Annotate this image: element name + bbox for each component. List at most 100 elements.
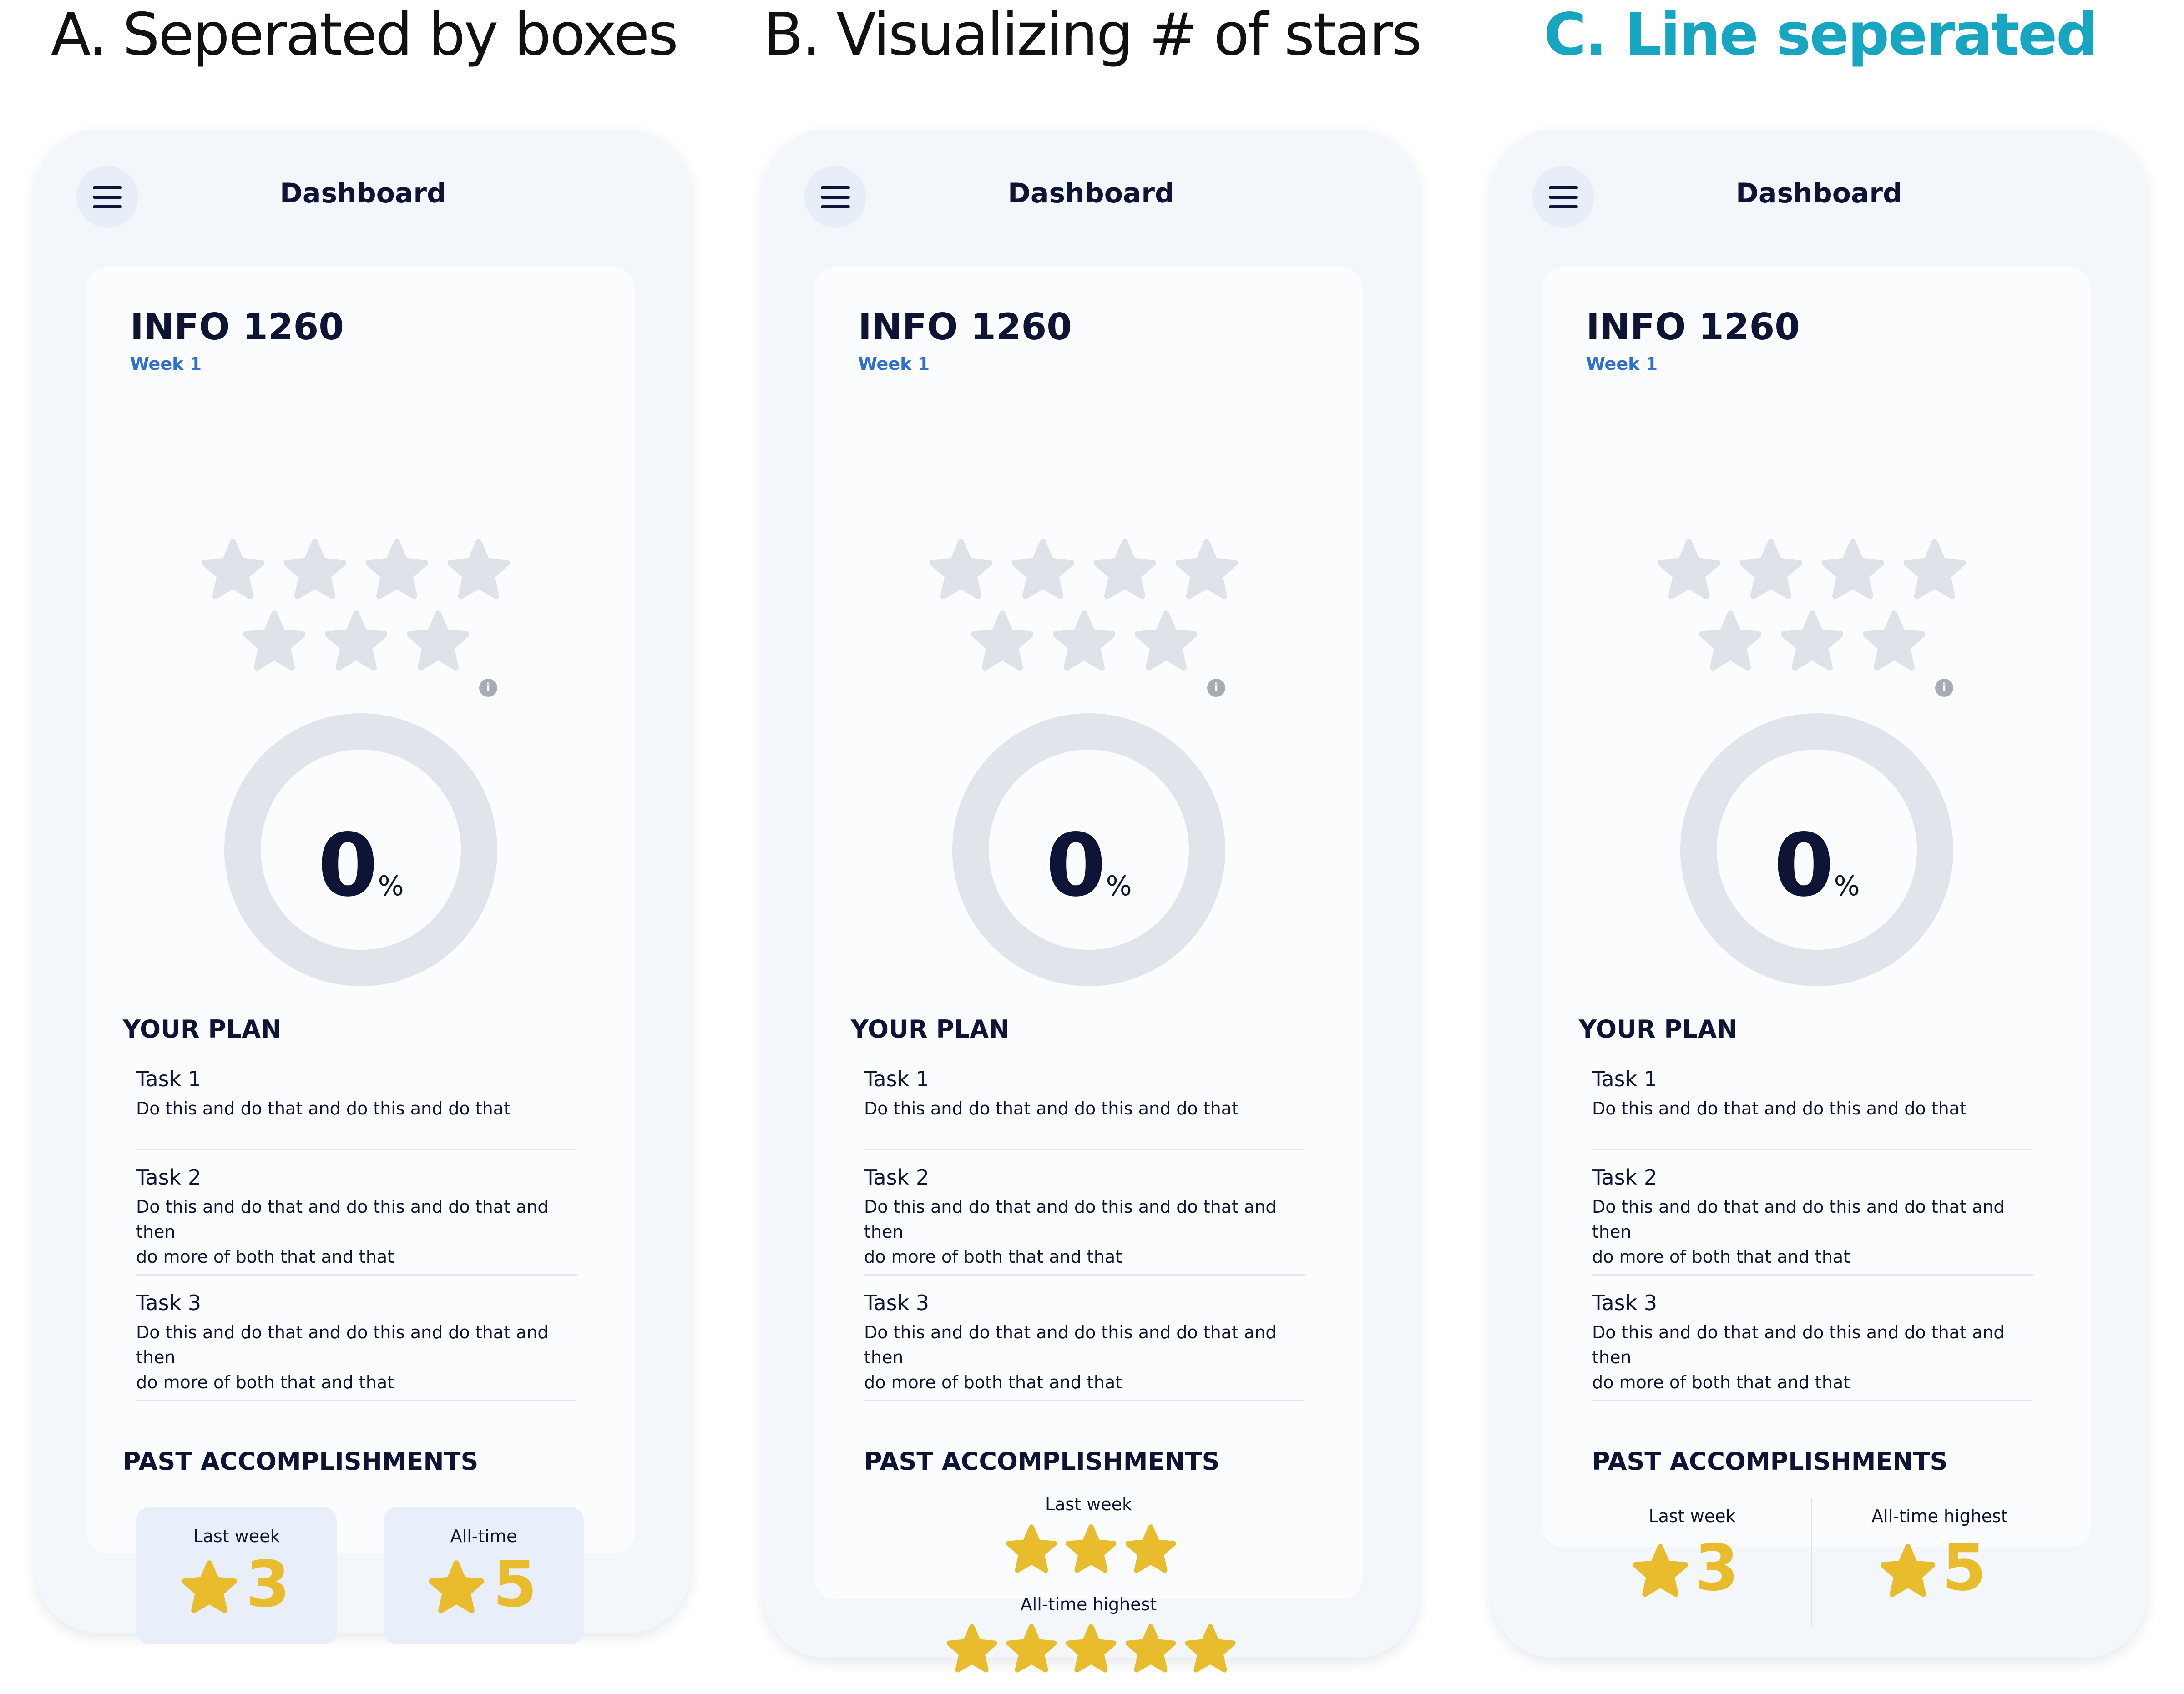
task-item[interactable]: Task 1 Do this and do that and do this an… [1592, 1064, 2047, 1121]
task-name: Task 2 [1592, 1165, 1658, 1190]
task-name: Task 1 [1592, 1067, 1658, 1091]
rating-star-icon [1053, 610, 1115, 671]
task-item[interactable]: Task 1 Do this and do that and do this an… [136, 1064, 591, 1121]
progress-unit: % [1106, 870, 1132, 902]
progress-value: 0 [1046, 815, 1106, 916]
task-name: Task 2 [864, 1165, 930, 1190]
rating-star-icon [407, 610, 469, 671]
last-week-stat: Last week 3 [1606, 1505, 1779, 1623]
divider [1592, 1149, 2033, 1150]
task-desc: Do this and do that and do this and do t… [864, 1197, 1277, 1242]
rating-star-icon [366, 539, 428, 600]
accomplishment-label: Last week [1648, 1506, 1736, 1526]
rating-star-icon [325, 610, 387, 671]
accomplishment-label: Last week [193, 1526, 280, 1546]
accomplishment-label: All-time highest [1871, 1506, 2008, 1526]
last-week-label: Last week [1045, 1494, 1132, 1514]
alltime-box: All-time 5 [384, 1507, 584, 1644]
accomplishments-title: PAST ACCOMPLISHMENTS [1592, 1447, 1948, 1476]
accomplishment-value: 3 [246, 1548, 290, 1622]
course-title: INFO 1260 [858, 306, 1072, 348]
task-item[interactable]: Task 3 Do this and do that and do this an… [1592, 1288, 2047, 1395]
task-item[interactable]: Task 2 Do this and do that and do this an… [136, 1163, 591, 1270]
week-label[interactable]: Week 1 [858, 354, 930, 374]
last-week-box: Last week 3 [136, 1507, 337, 1644]
heading-a: A. Seperated by boxes [51, 1, 678, 69]
task-desc: Do this and do that and do this and do t… [1592, 1197, 2005, 1242]
task-item[interactable]: Task 3 Do this and do that and do this an… [864, 1288, 1319, 1395]
course-title: INFO 1260 [130, 306, 344, 348]
progress-value: 0 [318, 815, 378, 916]
rating-star-icon [1135, 610, 1197, 671]
rating-stars [814, 267, 1363, 268]
accomplishments-title: PAST ACCOMPLISHMENTS [123, 1447, 479, 1476]
plan-title: YOUR PLAN [851, 1015, 1010, 1044]
phone-b: Dashboard INFO 1260 Week 1 i 0% YOUR PLA… [763, 130, 1419, 1673]
task-desc-2: do more of both that and that [1592, 1247, 1850, 1267]
info-icon[interactable]: i [1935, 679, 1953, 697]
rating-star-icon [1176, 539, 1238, 600]
phone-c: Dashboard INFO 1260 Week 1 i 0% YOUR PLA… [1491, 130, 2147, 1658]
alltime-star-icon [1066, 1624, 1116, 1673]
task-name: Task 1 [136, 1067, 202, 1091]
task-item[interactable]: Task 2 Do this and do that and do this an… [1592, 1163, 2047, 1270]
task-desc: Do this and do that and do this and do t… [864, 1322, 1277, 1367]
divider [1592, 1274, 2033, 1276]
rating-star-icon [243, 610, 305, 671]
rating-star-icon [1094, 539, 1156, 600]
progress-unit: % [378, 870, 404, 902]
rating-stars [1542, 267, 2091, 268]
task-name: Task 3 [864, 1291, 930, 1315]
rating-star-icon [284, 539, 346, 600]
rating-star-icon [1699, 610, 1761, 671]
week-label[interactable]: Week 1 [1586, 354, 1658, 374]
star-icon [429, 1560, 484, 1613]
divider [136, 1400, 577, 1401]
task-item[interactable]: Task 3 Do this and do that and do this an… [136, 1288, 591, 1395]
task-desc: Do this and do that and do this and do t… [136, 1322, 549, 1367]
rating-star-icon [1012, 539, 1074, 600]
rating-star-icon [202, 539, 264, 600]
rating-star-icon [448, 539, 510, 600]
alltime-star-icon [1006, 1624, 1057, 1673]
divider [136, 1149, 577, 1150]
plan-title: YOUR PLAN [1579, 1015, 1738, 1044]
progress-unit: % [1834, 870, 1860, 902]
course-card: INFO 1260 Week 1 i 0% YOUR PLAN Task 1 Do… [86, 267, 635, 1644]
task-item[interactable]: Task 2 Do this and do that and do this an… [864, 1163, 1319, 1270]
progress-ring: 0% [1680, 713, 1953, 986]
rating-star-icon [1822, 539, 1884, 600]
divider [864, 1274, 1305, 1276]
course-card: INFO 1260 Week 1 i 0% YOUR PLAN Task 1 Do… [814, 267, 1363, 1673]
task-desc-2: do more of both that and that [136, 1247, 394, 1267]
task-desc: Do this and do that and do this and do t… [136, 1197, 549, 1242]
last-week-star-icon [1006, 1524, 1057, 1573]
alltime-star-icon [1126, 1624, 1176, 1673]
progress-ring: 0% [952, 713, 1225, 986]
last-week-star-icon [1126, 1524, 1176, 1573]
plan-title: YOUR PLAN [123, 1015, 282, 1044]
task-name: Task 3 [136, 1291, 202, 1315]
progress-value: 0 [1774, 815, 1834, 916]
course-title: INFO 1260 [1586, 306, 1800, 348]
divider [1592, 1400, 2033, 1401]
accomplishments-title: PAST ACCOMPLISHMENTS [864, 1447, 1220, 1476]
alltime-star-icon [947, 1624, 997, 1673]
divider [136, 1274, 577, 1276]
task-name: Task 3 [1592, 1291, 1658, 1315]
week-label[interactable]: Week 1 [130, 354, 202, 374]
task-item[interactable]: Task 1 Do this and do that and do this an… [864, 1064, 1319, 1121]
divider [864, 1400, 1305, 1401]
last-week-star-icon [1066, 1524, 1116, 1573]
accomplishment-value: 5 [1942, 1531, 1987, 1605]
task-desc-2: do more of both that and that [1592, 1372, 1850, 1392]
info-icon[interactable]: i [479, 679, 497, 697]
info-icon[interactable]: i [1207, 679, 1225, 697]
task-desc: Do this and do that and do this and do t… [136, 1099, 511, 1119]
star-icon [1633, 1544, 1688, 1597]
page-title: Dashboard [280, 177, 446, 209]
course-card: INFO 1260 Week 1 i 0% YOUR PLAN Task 1 Do… [1542, 267, 2091, 1626]
alltime-stat: All-time highest 5 [1853, 1505, 2026, 1623]
rating-star-icon [1658, 539, 1720, 600]
accomplishment-value: 3 [1694, 1531, 1739, 1605]
